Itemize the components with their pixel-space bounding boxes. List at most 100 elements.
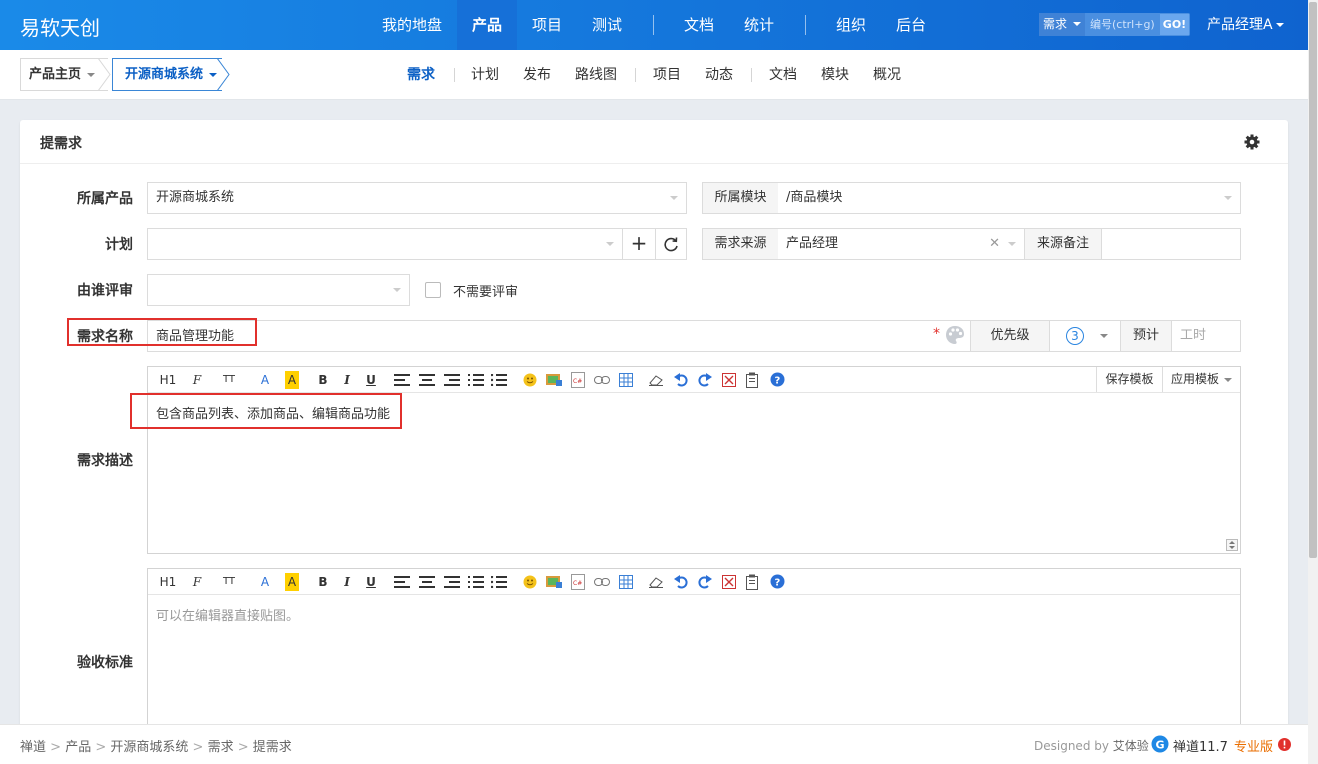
edition-link[interactable]: 专业版: [1234, 736, 1273, 755]
subnav-dynamic[interactable]: 动态: [705, 50, 733, 100]
fullscreen-icon[interactable]: [722, 575, 736, 589]
image-icon[interactable]: [546, 575, 562, 589]
footer-crumb[interactable]: 开源商城系统: [110, 740, 188, 755]
subnav-story[interactable]: 需求: [407, 50, 435, 100]
unordered-list-icon[interactable]: [491, 374, 507, 386]
alert-icon[interactable]: [1278, 738, 1291, 751]
fullscreen-icon[interactable]: [722, 373, 736, 387]
align-right-icon[interactable]: [444, 576, 460, 588]
font-size-button[interactable]: TT: [220, 573, 238, 591]
plan-select[interactable]: [147, 228, 623, 260]
nav-admin[interactable]: 后台: [881, 0, 941, 50]
source-select[interactable]: 产品经理 ✕: [778, 228, 1025, 260]
title-input[interactable]: 商品管理功能: [147, 320, 971, 352]
font-family-button[interactable]: F: [190, 573, 204, 591]
subnav-roadmap[interactable]: 路线图: [575, 50, 617, 100]
footer-crumb[interactable]: 禅道: [20, 740, 46, 755]
designer-link[interactable]: 艾体验: [1113, 739, 1149, 753]
paste-icon[interactable]: [746, 574, 760, 590]
nav-company[interactable]: 组织: [821, 0, 881, 50]
clear-icon[interactable]: ✕: [989, 229, 1000, 259]
font-color-button[interactable]: A: [258, 573, 272, 591]
subnav-project[interactable]: 项目: [653, 50, 681, 100]
help-icon[interactable]: ?: [770, 574, 785, 589]
verify-content[interactable]: 可以在编辑器直接贴图。: [156, 605, 299, 624]
table-icon[interactable]: [619, 575, 633, 589]
palette-icon[interactable]: [945, 325, 965, 345]
italic-button[interactable]: I: [341, 371, 353, 389]
eraser-icon[interactable]: [649, 374, 663, 386]
code-icon[interactable]: C#: [571, 574, 585, 590]
apply-template-button[interactable]: 应用模板: [1162, 367, 1240, 392]
align-left-icon[interactable]: [394, 576, 410, 588]
redo-icon[interactable]: [698, 575, 712, 589]
page-scrollbar[interactable]: [1308, 0, 1318, 764]
no-review-label[interactable]: 不需要评审: [453, 281, 518, 300]
product-select[interactable]: 开源商城系统: [147, 182, 687, 214]
user-menu[interactable]: 产品经理A: [1207, 0, 1284, 50]
table-icon[interactable]: [619, 373, 633, 387]
breadcrumb-product[interactable]: 开源商城系统: [112, 58, 222, 91]
nav-my[interactable]: 我的地盘: [372, 0, 452, 50]
align-center-icon[interactable]: [419, 374, 435, 386]
version-label[interactable]: 禅道11.7: [1173, 736, 1228, 755]
nav-report[interactable]: 统计: [729, 0, 789, 50]
redo-icon[interactable]: [698, 373, 712, 387]
align-left-icon[interactable]: [394, 374, 410, 386]
underline-button[interactable]: U: [365, 573, 377, 591]
nav-doc[interactable]: 文档: [669, 0, 729, 50]
image-icon[interactable]: [546, 373, 562, 387]
footer-crumb[interactable]: 产品: [65, 740, 91, 755]
brand-logo[interactable]: 易软天创: [20, 12, 100, 41]
resize-handle-icon[interactable]: [1226, 539, 1238, 551]
nav-test[interactable]: 测试: [577, 0, 637, 50]
ordered-list-icon[interactable]: [468, 374, 484, 386]
scrollbar-thumb[interactable]: [1309, 2, 1317, 558]
search-input[interactable]: 编号(ctrl+g): [1086, 13, 1160, 36]
subnav-release[interactable]: 发布: [523, 50, 551, 100]
code-icon[interactable]: C#: [571, 372, 585, 388]
search-go-button[interactable]: GO!: [1160, 14, 1189, 35]
module-select[interactable]: /商品模块: [778, 182, 1241, 214]
bg-color-button[interactable]: A: [285, 573, 299, 591]
refresh-plan-button[interactable]: [655, 228, 687, 260]
emoticon-icon[interactable]: [523, 373, 537, 387]
align-right-icon[interactable]: [444, 374, 460, 386]
priority-select[interactable]: 3: [1049, 320, 1121, 352]
search-type-select[interactable]: 需求: [1039, 13, 1085, 36]
undo-icon[interactable]: [674, 373, 688, 387]
bold-button[interactable]: B: [317, 371, 329, 389]
subnav-plan[interactable]: 计划: [471, 50, 499, 100]
heading-button[interactable]: H1: [156, 573, 180, 591]
italic-button[interactable]: I: [341, 573, 353, 591]
bold-button[interactable]: B: [317, 573, 329, 591]
ordered-list-icon[interactable]: [468, 576, 484, 588]
subnav-module[interactable]: 模块: [821, 50, 849, 100]
paste-icon[interactable]: [746, 372, 760, 388]
nav-product[interactable]: 产品: [457, 0, 517, 50]
link-icon[interactable]: [594, 578, 610, 586]
font-family-button[interactable]: F: [190, 371, 204, 389]
subnav-view[interactable]: 概况: [873, 50, 901, 100]
eraser-icon[interactable]: [649, 576, 663, 588]
align-center-icon[interactable]: [419, 576, 435, 588]
underline-button[interactable]: U: [365, 371, 377, 389]
undo-icon[interactable]: [674, 575, 688, 589]
help-icon[interactable]: ?: [770, 372, 785, 387]
emoticon-icon[interactable]: [523, 575, 537, 589]
gear-icon[interactable]: [1242, 132, 1262, 152]
bg-color-button[interactable]: A: [285, 371, 299, 389]
nav-project[interactable]: 项目: [517, 0, 577, 50]
font-color-button[interactable]: A: [258, 371, 272, 389]
heading-button[interactable]: H1: [156, 371, 180, 389]
add-plan-button[interactable]: +: [622, 228, 656, 260]
font-size-button[interactable]: TT: [220, 371, 238, 389]
no-review-checkbox[interactable]: [425, 282, 441, 298]
source-note-input[interactable]: [1101, 228, 1241, 260]
footer-crumb[interactable]: 需求: [208, 740, 234, 755]
reviewer-select[interactable]: [147, 274, 410, 306]
link-icon[interactable]: [594, 376, 610, 384]
subnav-doc[interactable]: 文档: [769, 50, 797, 100]
breadcrumb-home[interactable]: 产品主页: [20, 58, 108, 91]
unordered-list-icon[interactable]: [491, 576, 507, 588]
